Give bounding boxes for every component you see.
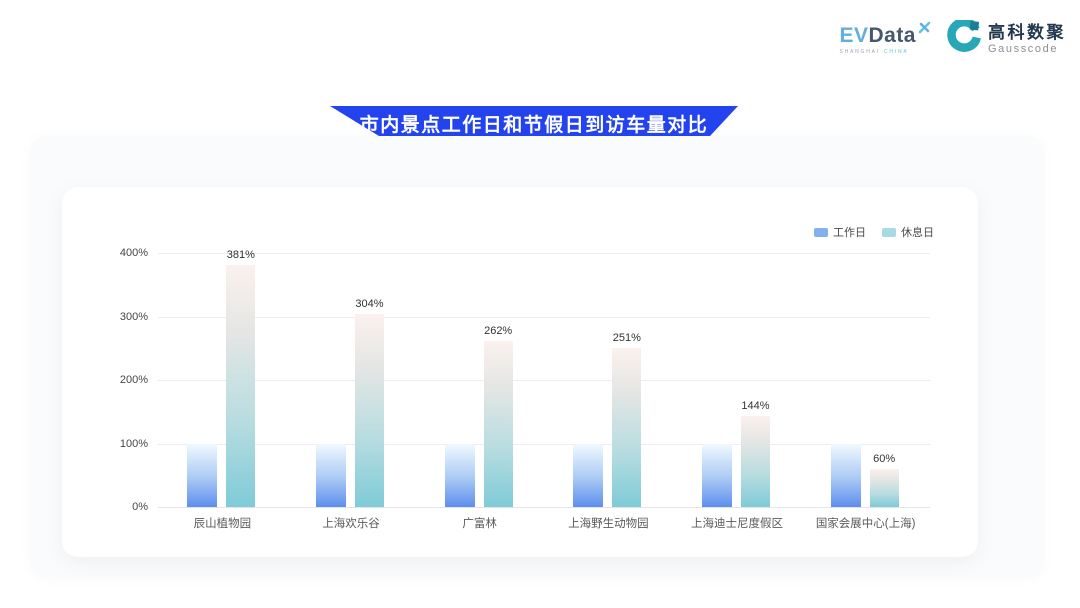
evdata-logo: EV Data SHANGHAI CHINA [839, 25, 931, 55]
y-axis-tick-label: 300% [92, 311, 148, 323]
legend-swatch [814, 228, 828, 237]
legend-item-holiday[interactable]: 休息日 [882, 224, 934, 240]
x-axis-category-label: 国家会展中心(上海) [791, 515, 941, 531]
bar-workday [316, 444, 346, 508]
gausscode-g-icon [947, 20, 981, 59]
evdata-wordmark-data: Data [868, 25, 916, 46]
evdata-wordmark-ev: EV [839, 25, 868, 46]
gridline [158, 317, 930, 318]
x-axis-category-label: 上海欢乐谷 [276, 515, 426, 531]
bar-holiday [870, 469, 899, 507]
y-axis-tick-label: 400% [92, 247, 148, 259]
plot-area: 381%辰山植物园304%上海欢乐谷262%广富林251%上海野生动物园144%… [158, 253, 930, 507]
evdata-subtext-right: CHINA [884, 49, 909, 55]
x-axis-category-label: 上海野生动物园 [533, 515, 683, 531]
gausscode-en-name: Gausscode [988, 43, 1066, 55]
bar-holiday [484, 341, 513, 507]
gridline [158, 380, 930, 381]
bar-holiday [226, 265, 255, 507]
bar-workday [187, 444, 217, 508]
chart-card: 工作日休息日 0%100%200%300%400% 381%辰山植物园304%上… [62, 187, 978, 557]
bar-value-label: 144% [721, 400, 791, 412]
legend-item-workday[interactable]: 工作日 [814, 224, 866, 240]
gausscode-logo: 高科数聚 Gausscode [947, 20, 1066, 59]
bar-value-label: 304% [335, 298, 405, 310]
header-logos: EV Data SHANGHAI CHINA [839, 20, 1066, 59]
report-page: EV Data SHANGHAI CHINA [0, 0, 1080, 608]
evdata-subtext-left: SHANGHAI [839, 49, 880, 55]
bar-value-label: 381% [206, 249, 276, 261]
evdata-x-icon [918, 21, 931, 38]
chart-legend: 工作日 休息日 [814, 224, 934, 240]
y-axis: 0% 100% 200% 300% 400% [92, 187, 148, 557]
bar-value-label: 262% [463, 325, 533, 337]
bar-holiday [612, 348, 641, 507]
gausscode-cn-name: 高科数聚 [988, 24, 1066, 43]
bar-value-label: 251% [592, 332, 662, 344]
legend-swatch [882, 228, 896, 237]
x-axis-category-label: 广富林 [405, 515, 555, 531]
bar-holiday [741, 416, 770, 507]
evdata-subtext: SHANGHAI CHINA [839, 49, 908, 55]
gridline [158, 507, 930, 508]
legend-label: 休息日 [901, 224, 934, 240]
bar-value-label: 60% [849, 453, 919, 465]
bar-workday [702, 444, 732, 508]
bar-workday [445, 444, 475, 508]
gridline [158, 444, 930, 445]
bar-holiday [355, 314, 384, 507]
bar-workday [573, 444, 603, 508]
legend-label: 工作日 [833, 224, 866, 240]
y-axis-tick-label: 200% [92, 374, 148, 386]
x-axis-category-label: 辰山植物园 [147, 515, 297, 531]
y-axis-tick-label: 0% [92, 501, 148, 513]
y-axis-tick-label: 100% [92, 438, 148, 450]
x-axis-category-label: 上海迪士尼度假区 [662, 515, 812, 531]
